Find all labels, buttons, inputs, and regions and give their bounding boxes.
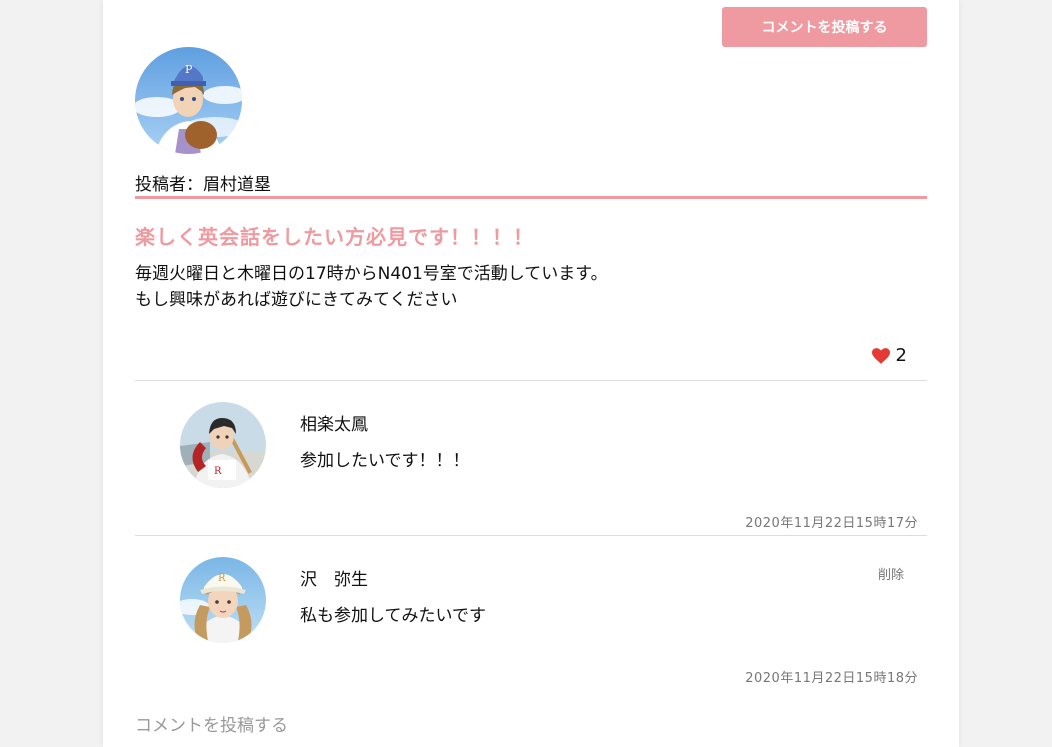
comment-item: R 相楽太鳳 参加したいです！！！ 2020年11月22日15時17分 [135,381,927,536]
delete-comment-button[interactable]: 削除 [878,564,904,583]
like-button[interactable]: 2 [871,345,907,366]
commenter-avatar[interactable]: R [180,557,266,643]
post-author: 投稿者：眉村道塁 [135,175,271,195]
commenter-avatar[interactable]: R [180,402,266,488]
comment-input[interactable] [135,708,927,744]
comment-timestamp: 2020年11月22日15時17分 [745,516,918,531]
post-card: コメントを投稿する P 投稿者：眉村道塁 楽しく英会話をしたい方必見です！！！！… [103,0,959,747]
post-body-line: 毎週火曜日と木曜日の17時からN401号室で活動しています。 [135,264,608,284]
comment-timestamp: 2020年11月22日15時18分 [745,671,918,686]
commenter-name: 沢 弥生 [300,570,368,590]
svg-text:P: P [185,63,193,76]
author-avatar[interactable]: P [135,47,242,154]
comment-text: 私も参加してみたいです [300,606,486,626]
post-title: 楽しく英会話をしたい方必見です！！！！ [135,225,534,249]
svg-text:R: R [218,573,226,584]
heart-icon [871,347,890,364]
author-divider [135,196,927,199]
comment-item: R 沢 弥生 削除 私も参加してみたいです 2020年11月22日15時18分 [135,536,927,691]
post-body: 毎週火曜日と木曜日の17時からN401号室で活動しています。 もし興味があれば遊… [135,261,608,313]
svg-text:R: R [214,466,222,477]
commenter-name: 相楽太鳳 [300,415,368,435]
post-body-line: もし興味があれば遊びにきてみてください [135,290,458,310]
like-count: 2 [895,345,907,366]
comment-text: 参加したいです！！！ [300,451,470,471]
post-comment-button[interactable]: コメントを投稿する [722,7,927,47]
